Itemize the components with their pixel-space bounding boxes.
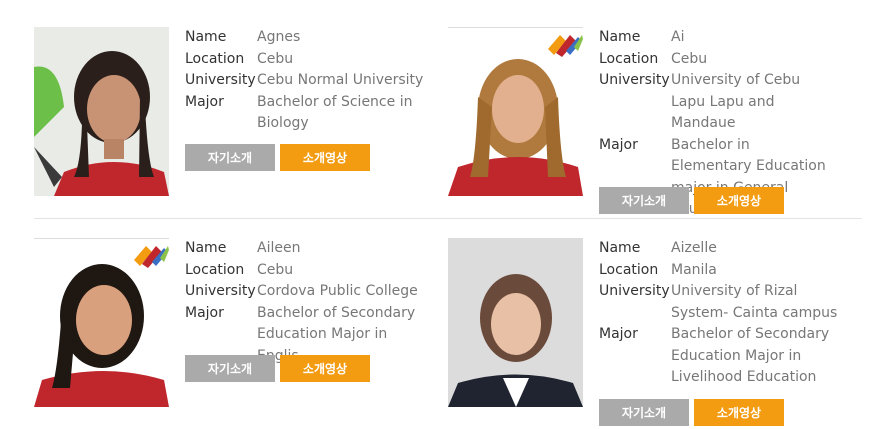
university-label: University — [599, 283, 670, 299]
major-label: Major — [599, 326, 638, 342]
university-label: University — [185, 283, 256, 299]
profile-info: Name Aileen Location Cebu University Cordov… — [185, 238, 432, 367]
name-value: Ai — [671, 29, 685, 45]
location-value: Cebu — [257, 261, 294, 278]
name-label: Name — [599, 29, 641, 45]
intro-video-button[interactable]: 소개영상 — [694, 399, 784, 426]
name-value: Agnes — [257, 29, 301, 45]
intro-button[interactable]: 자기소개 — [185, 144, 275, 171]
profile-photo — [34, 27, 169, 196]
row-divider — [34, 218, 862, 219]
name-label: Name — [185, 29, 227, 45]
name-label: Name — [599, 240, 641, 256]
name-value: Aizelle — [671, 240, 717, 256]
university-value: Cebu Normal University — [257, 72, 424, 88]
intro-video-button[interactable]: 소개영상 — [694, 187, 784, 214]
location-label: Location — [185, 261, 245, 278]
major-label: Major — [185, 93, 224, 110]
location-label: Location — [599, 261, 659, 278]
location-label: Location — [185, 50, 245, 67]
name-label: Name — [185, 240, 227, 256]
intro-button[interactable]: 자기소개 — [599, 187, 689, 214]
university-value: University of Rizal System- Cainta campu… — [671, 283, 838, 321]
profile-photo — [448, 27, 583, 196]
profile-photo — [448, 238, 583, 407]
portrait-image — [448, 27, 583, 196]
major-value: Bachelor of Secondary Education Major in… — [671, 326, 830, 385]
location-value: Cebu — [257, 50, 294, 67]
university-label: University — [185, 72, 256, 88]
profile-photo — [34, 238, 169, 407]
intro-button[interactable]: 자기소개 — [185, 355, 275, 382]
university-value: Cordova Public College — [257, 283, 418, 299]
location-value: Manila — [671, 261, 717, 278]
intro-video-button[interactable]: 소개영상 — [280, 355, 370, 382]
name-value: Aileen — [257, 240, 301, 256]
profile-info: Name Agnes Location Cebu University Cebu No… — [185, 27, 427, 135]
major-value: Bachelor of Science in Biology — [257, 93, 413, 132]
intro-video-button[interactable]: 소개영상 — [280, 144, 370, 171]
university-value: University of Cebu Lapu Lapu and Mandaue — [671, 72, 801, 131]
location-value: Cebu — [671, 50, 708, 67]
portrait-image — [448, 238, 583, 407]
portrait-image — [34, 238, 169, 407]
university-label: University — [599, 72, 670, 88]
intro-button[interactable]: 자기소개 — [599, 399, 689, 426]
location-label: Location — [599, 50, 659, 67]
portrait-image — [34, 27, 169, 196]
profile-info: Name Aizelle Location Manila University Uni… — [599, 238, 851, 389]
